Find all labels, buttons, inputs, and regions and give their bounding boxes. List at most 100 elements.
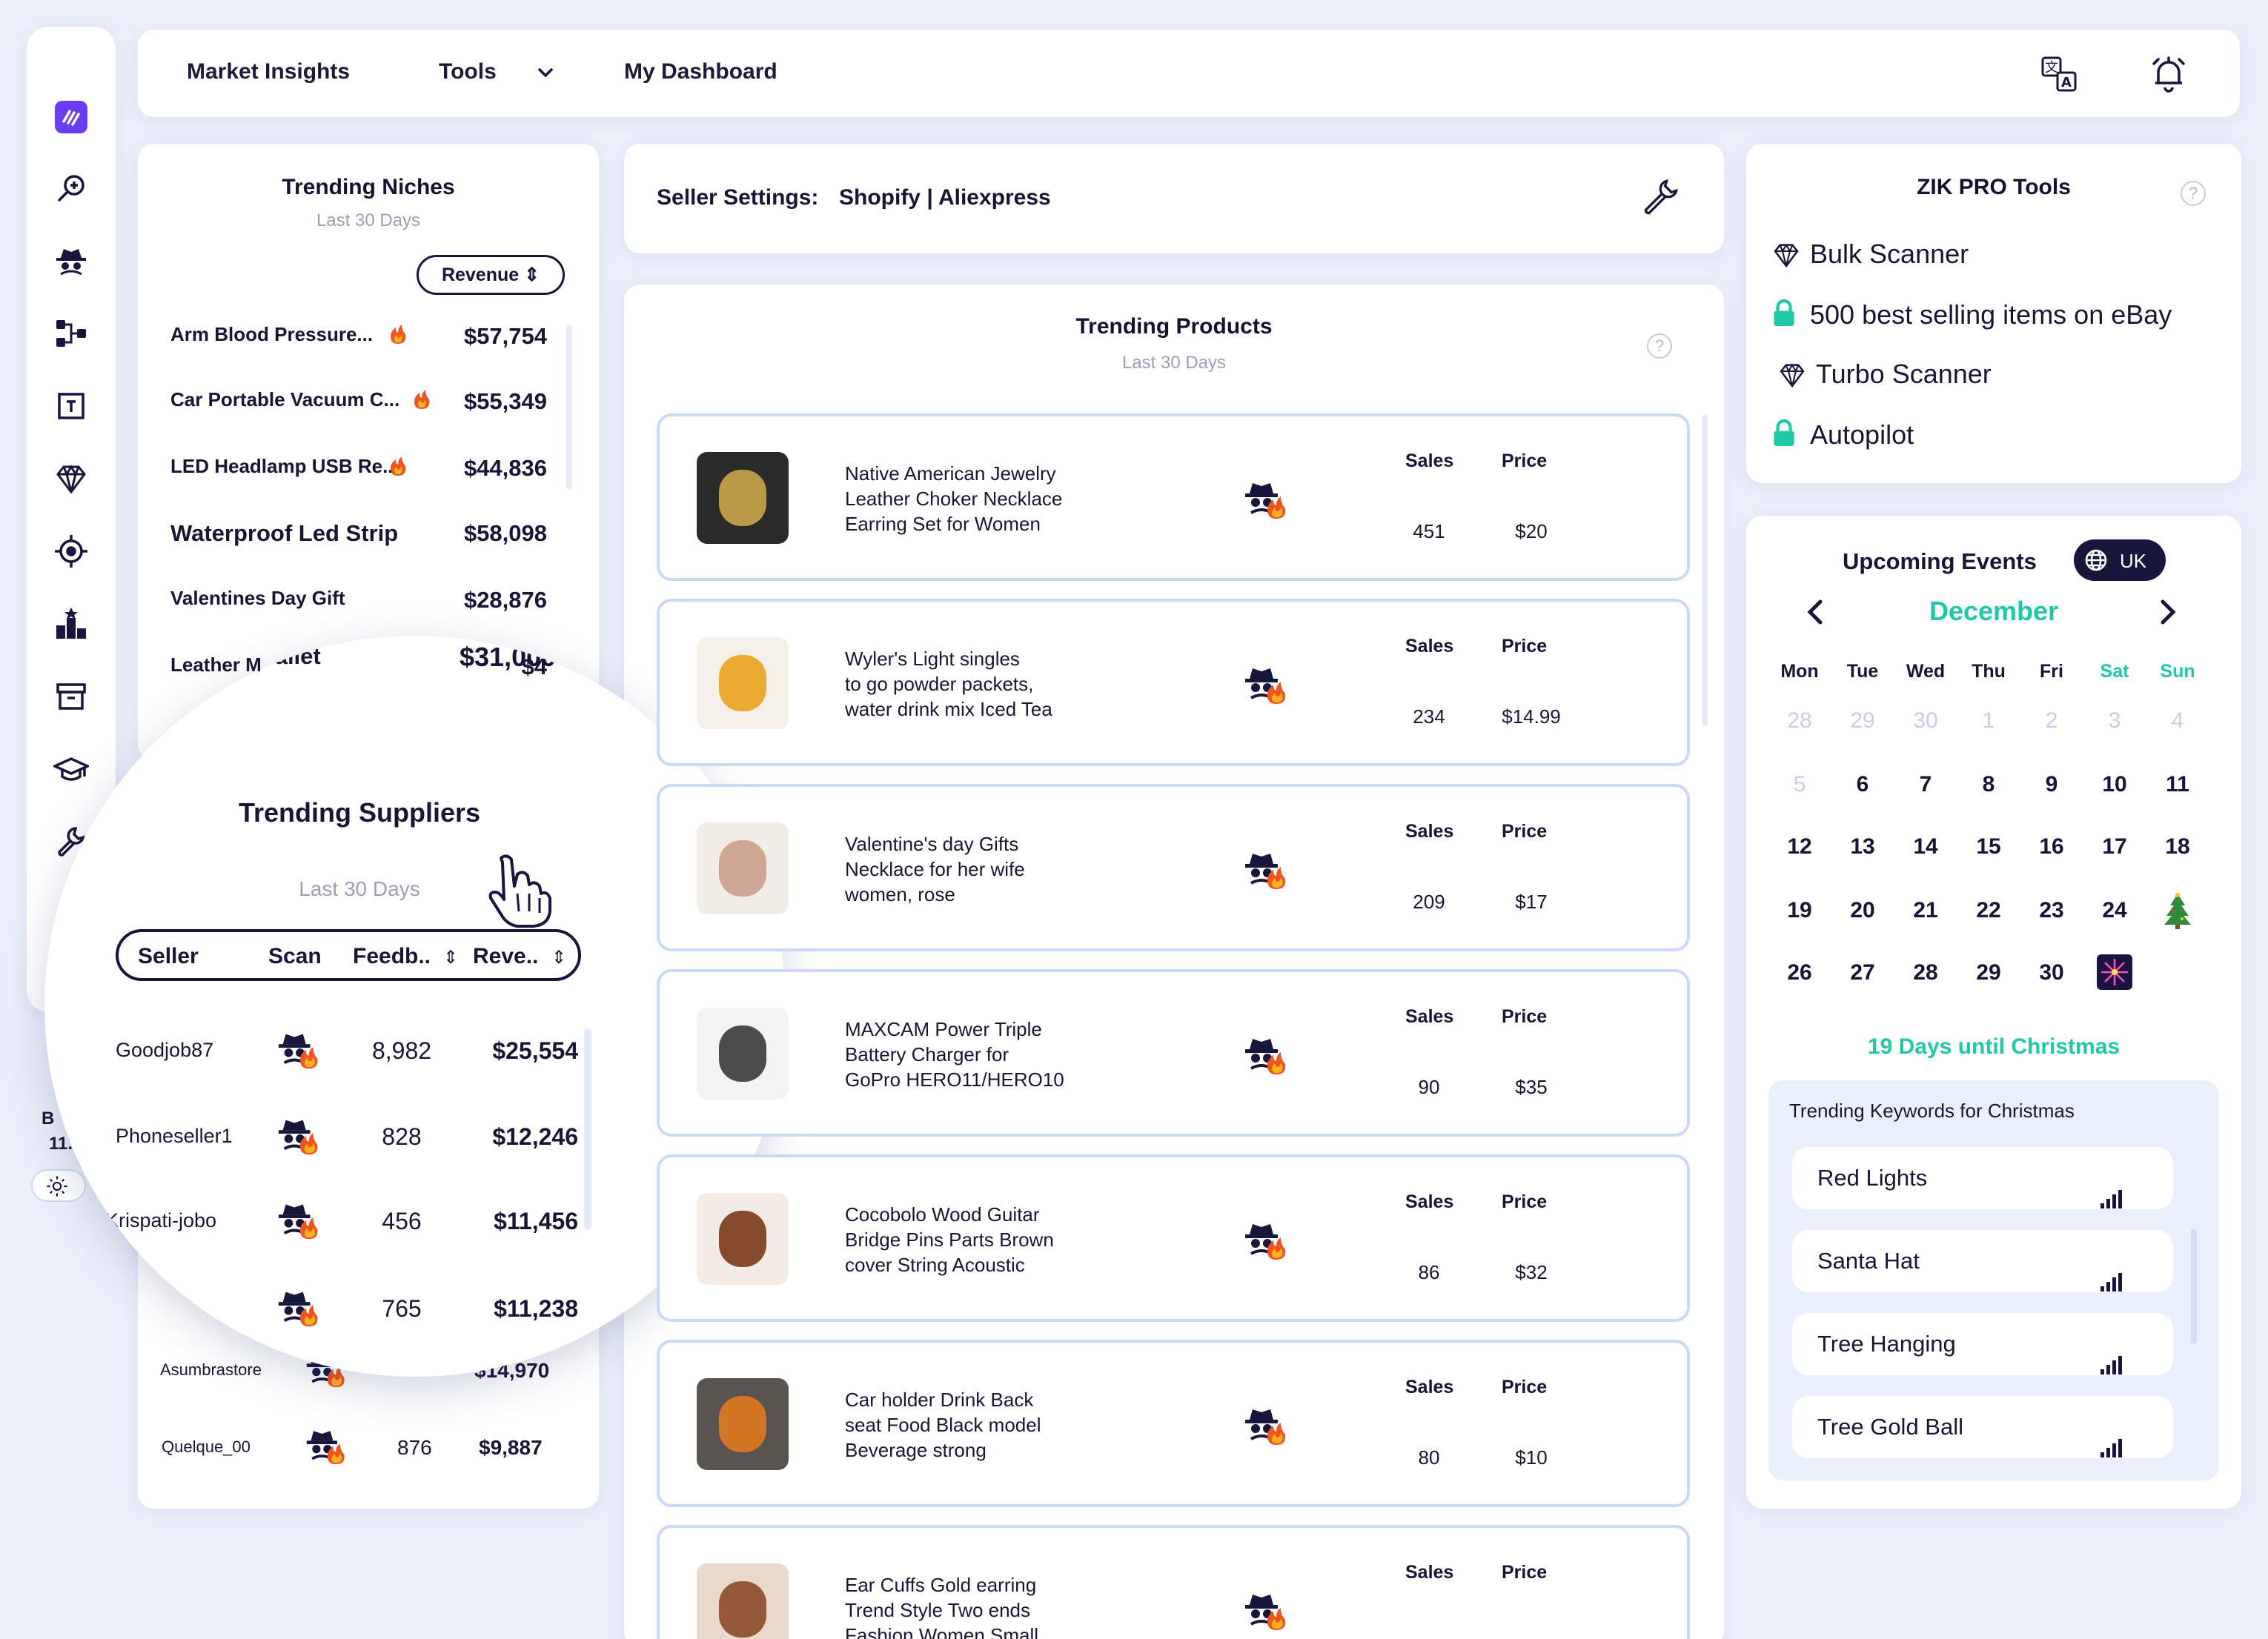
calendar-day[interactable]: 22: [1959, 898, 2018, 923]
niche-row[interactable]: LED Headlamp USB Re... $44,836: [170, 455, 547, 499]
product-card[interactable]: Car holder Drink Back seat Food Black mod…: [657, 1340, 1690, 1507]
keyword-item[interactable]: Red Lights: [1792, 1147, 2173, 1209]
keyword-item[interactable]: Tree Gold Ball: [1792, 1396, 2173, 1458]
target-icon[interactable]: [27, 522, 116, 581]
calendar-day[interactable]: 30: [1896, 708, 1955, 734]
pro-tool-item[interactable]: Bulk Scanner: [1771, 239, 2231, 276]
spy-fire-icon[interactable]: [1242, 845, 1290, 892]
calendar-day[interactable]: 15: [1959, 834, 2018, 860]
spy-fire-icon[interactable]: [1242, 1030, 1290, 1077]
calendar-day[interactable]: 19: [1770, 898, 1829, 923]
column-feedback[interactable]: Feedb..: [353, 944, 431, 969]
calendar-day[interactable]: 12: [1770, 834, 1829, 860]
pro-tool-item[interactable]: Turbo Scanner: [1771, 359, 2231, 396]
calendar-day[interactable]: 4: [2148, 708, 2207, 734]
spy-fire-icon[interactable]: [1242, 659, 1290, 707]
calendar-day[interactable]: 23: [2022, 898, 2081, 923]
product-title[interactable]: Ear Cuffs Gold earring Trend Style Two en…: [845, 1572, 1097, 1639]
niches-sort-button[interactable]: Revenue ⇕: [417, 255, 565, 295]
column-seller[interactable]: Seller: [138, 944, 199, 969]
spy-fire-icon[interactable]: [276, 1025, 322, 1071]
product-title[interactable]: Cocobolo Wood Guitar Bridge Pins Parts Br…: [845, 1202, 1097, 1277]
nav-my-dashboard[interactable]: My Dashboard: [624, 59, 777, 84]
translate-icon[interactable]: 文A: [2040, 55, 2078, 93]
wrench-icon[interactable]: [1641, 178, 1680, 216]
help-icon[interactable]: ?: [1647, 333, 1672, 359]
supplier-seller[interactable]: Goodjob87: [116, 1039, 213, 1062]
calendar-day[interactable]: 8: [1959, 772, 2018, 797]
niche-row[interactable]: Car Portable Vacuum C... $55,349: [170, 388, 547, 433]
help-icon[interactable]: ?: [2181, 181, 2206, 206]
product-card[interactable]: Cocobolo Wood Guitar Bridge Pins Parts Br…: [657, 1154, 1690, 1322]
niches-scrollbar[interactable]: [566, 325, 572, 489]
column-scan[interactable]: Scan: [268, 944, 322, 969]
pro-tool-item[interactable]: 500 best selling items on eBay: [1771, 299, 2231, 336]
supplier-seller[interactable]: kio: [138, 1297, 164, 1320]
product-title[interactable]: Car holder Drink Back seat Food Black mod…: [845, 1387, 1097, 1463]
product-title[interactable]: Valentine's day Gifts Necklace for her wi…: [845, 831, 1097, 907]
product-card[interactable]: Native American Jewelry Leather Choker Ne…: [657, 413, 1690, 581]
spy-fire-icon[interactable]: [276, 1283, 322, 1329]
calendar-day[interactable]: 6: [1833, 772, 1892, 797]
spy-fire-icon[interactable]: [304, 1423, 348, 1467]
niche-row[interactable]: Valentines Day Gift $28,876: [170, 587, 547, 631]
product-card[interactable]: Valentine's day Gifts Necklace for her wi…: [657, 784, 1690, 951]
calendar-day[interactable]: 14: [1896, 834, 1955, 860]
calendar-day[interactable]: 27: [1833, 960, 1892, 985]
product-image[interactable]: [697, 1563, 789, 1639]
calendar-day[interactable]: 3: [2085, 708, 2144, 734]
calendar-day[interactable]: 21: [1896, 898, 1955, 923]
nav-tools[interactable]: Tools: [439, 59, 497, 84]
sort-icon[interactable]: ⇕: [443, 947, 458, 968]
nav-market-insights[interactable]: Market Insights: [187, 59, 350, 84]
calendar-day[interactable]: 16: [2022, 834, 2081, 860]
tree-icon[interactable]: [2161, 892, 2194, 929]
podium-icon[interactable]: [27, 594, 116, 654]
product-card[interactable]: MAXCAM Power Triple Battery Charger for Go…: [657, 969, 1690, 1137]
niche-row[interactable]: Arm Blood Pressure... $57,754: [170, 323, 547, 368]
column-revenue[interactable]: Reve..: [473, 944, 538, 969]
pro-tool-item[interactable]: Autopilot: [1771, 419, 2231, 456]
calendar-day[interactable]: 1: [1959, 708, 2018, 734]
spy-fire-icon[interactable]: [1242, 1400, 1290, 1448]
product-title[interactable]: Wyler's Light singles to go powder packet…: [845, 646, 1097, 722]
product-image[interactable]: [697, 1378, 789, 1470]
sort-icon[interactable]: ⇕: [551, 947, 566, 968]
search-icon[interactable]: [27, 159, 116, 218]
product-image[interactable]: [697, 1193, 789, 1285]
product-title[interactable]: MAXCAM Power Triple Battery Charger for Go…: [845, 1017, 1097, 1092]
spy-fire-icon[interactable]: [276, 1196, 322, 1242]
niche-row[interactable]: Leather M $4: [170, 654, 547, 698]
logo-icon[interactable]: [27, 87, 116, 147]
product-image[interactable]: [697, 1008, 789, 1100]
spy-fire-icon[interactable]: [1242, 1586, 1290, 1633]
calendar-day[interactable]: 13: [1833, 834, 1892, 860]
seller-settings-value[interactable]: Shopify | Aliexpress: [839, 185, 1051, 210]
calendar-day[interactable]: 28: [1896, 960, 1955, 985]
calendar-day[interactable]: 24: [2085, 898, 2144, 923]
calendar-day[interactable]: 18: [2148, 834, 2207, 860]
calendar-day[interactable]: 7: [1896, 772, 1955, 797]
spy-fire-icon[interactable]: [276, 1111, 322, 1157]
calendar-day[interactable]: 10: [2085, 772, 2144, 797]
spy-fire-icon[interactable]: [1242, 1215, 1290, 1263]
supplier-seller[interactable]: Krispati-jobo: [105, 1209, 216, 1232]
bell-icon[interactable]: [2148, 53, 2189, 95]
product-card[interactable]: Wyler's Light singles to go powder packet…: [657, 599, 1690, 766]
calendar-day[interactable]: 30: [2022, 960, 2081, 985]
calendar-day[interactable]: 26: [1770, 960, 1829, 985]
product-card[interactable]: Ear Cuffs Gold earring Trend Style Two en…: [657, 1525, 1690, 1639]
product-image[interactable]: [697, 637, 789, 729]
calendar-day[interactable]: 29: [1833, 708, 1892, 734]
connect-icon[interactable]: [27, 304, 116, 363]
chevron-right-icon[interactable]: [2155, 597, 2181, 627]
calendar-day[interactable]: 9: [2022, 772, 2081, 797]
product-image[interactable]: [697, 452, 789, 544]
product-image[interactable]: [697, 822, 789, 914]
keyword-item[interactable]: Tree Hanging: [1792, 1313, 2173, 1375]
niche-row[interactable]: Waterproof Led Strip $58,098: [170, 520, 547, 565]
product-title[interactable]: Native American Jewelry Leather Choker Ne…: [845, 461, 1097, 536]
calendar-day[interactable]: 28: [1770, 708, 1829, 734]
keywords-scrollbar[interactable]: [2191, 1229, 2197, 1344]
spy-fire-icon[interactable]: [1242, 474, 1290, 522]
